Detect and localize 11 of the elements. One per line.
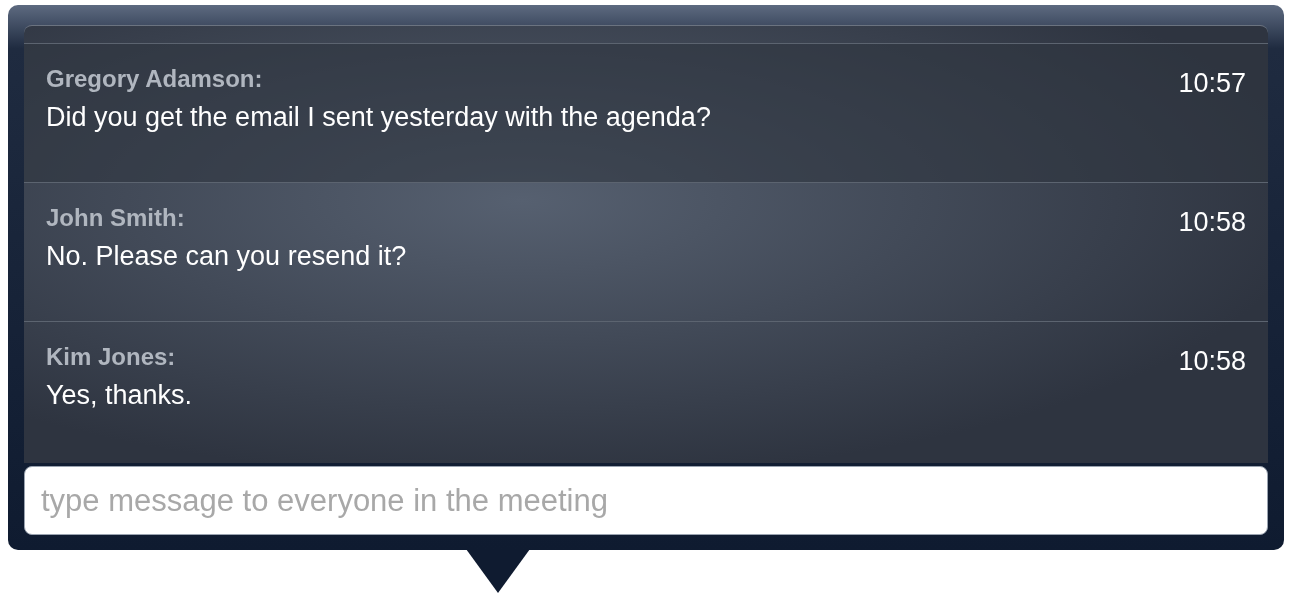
message-time: 10:57 <box>1178 67 1246 100</box>
sender-name: John Smith: <box>46 203 186 233</box>
sender-name: Kim Jones: <box>46 342 177 372</box>
pointer-arrow <box>466 549 530 593</box>
message-time: 10:58 <box>1178 206 1246 239</box>
message-input[interactable]: type message to everyone in the meeting <box>24 466 1268 535</box>
message-time: 10:58 <box>1178 345 1246 378</box>
message-text: No. Please can you resend it? <box>46 240 407 273</box>
message-text: Did you get the email I sent yesterday with the agenda? <box>46 101 711 134</box>
sender-name: Gregory Adamson: <box>46 64 264 94</box>
message-text: Yes, thanks. <box>46 379 193 412</box>
